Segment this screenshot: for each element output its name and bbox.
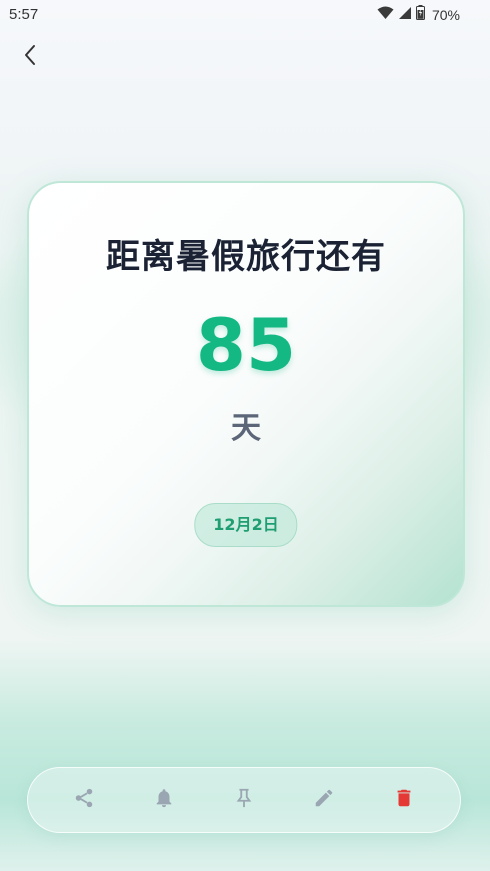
- cell-signal-icon: [398, 5, 412, 24]
- share-button[interactable]: [62, 778, 106, 822]
- reminder-button[interactable]: [142, 778, 186, 822]
- battery-percent: 70%: [431, 6, 460, 23]
- delete-button[interactable]: [382, 778, 426, 822]
- status-time: 5:57: [9, 6, 39, 23]
- delete-icon: [393, 787, 415, 813]
- target-date-chip: 12月2日: [194, 503, 298, 547]
- edit-button[interactable]: [302, 778, 346, 822]
- days-remaining: 85: [195, 303, 297, 387]
- pin-button[interactable]: [222, 778, 266, 822]
- bell-icon: [153, 787, 175, 813]
- battery-icon: [415, 5, 425, 24]
- back-arrow-icon: [23, 44, 37, 70]
- back-button[interactable]: [14, 42, 46, 72]
- status-icons: 70%: [377, 5, 460, 24]
- action-toolbar: [27, 767, 461, 833]
- edit-icon: [313, 787, 335, 813]
- status-bar: 5:57 70%: [0, 0, 490, 28]
- wifi-icon: [377, 5, 394, 24]
- event-title: 距离暑假旅行还有: [106, 237, 386, 277]
- pin-icon: [233, 787, 255, 813]
- countdown-card: 距离暑假旅行还有 85 天 12月2日: [27, 181, 465, 607]
- days-unit: 天: [231, 411, 261, 446]
- share-icon: [73, 787, 95, 813]
